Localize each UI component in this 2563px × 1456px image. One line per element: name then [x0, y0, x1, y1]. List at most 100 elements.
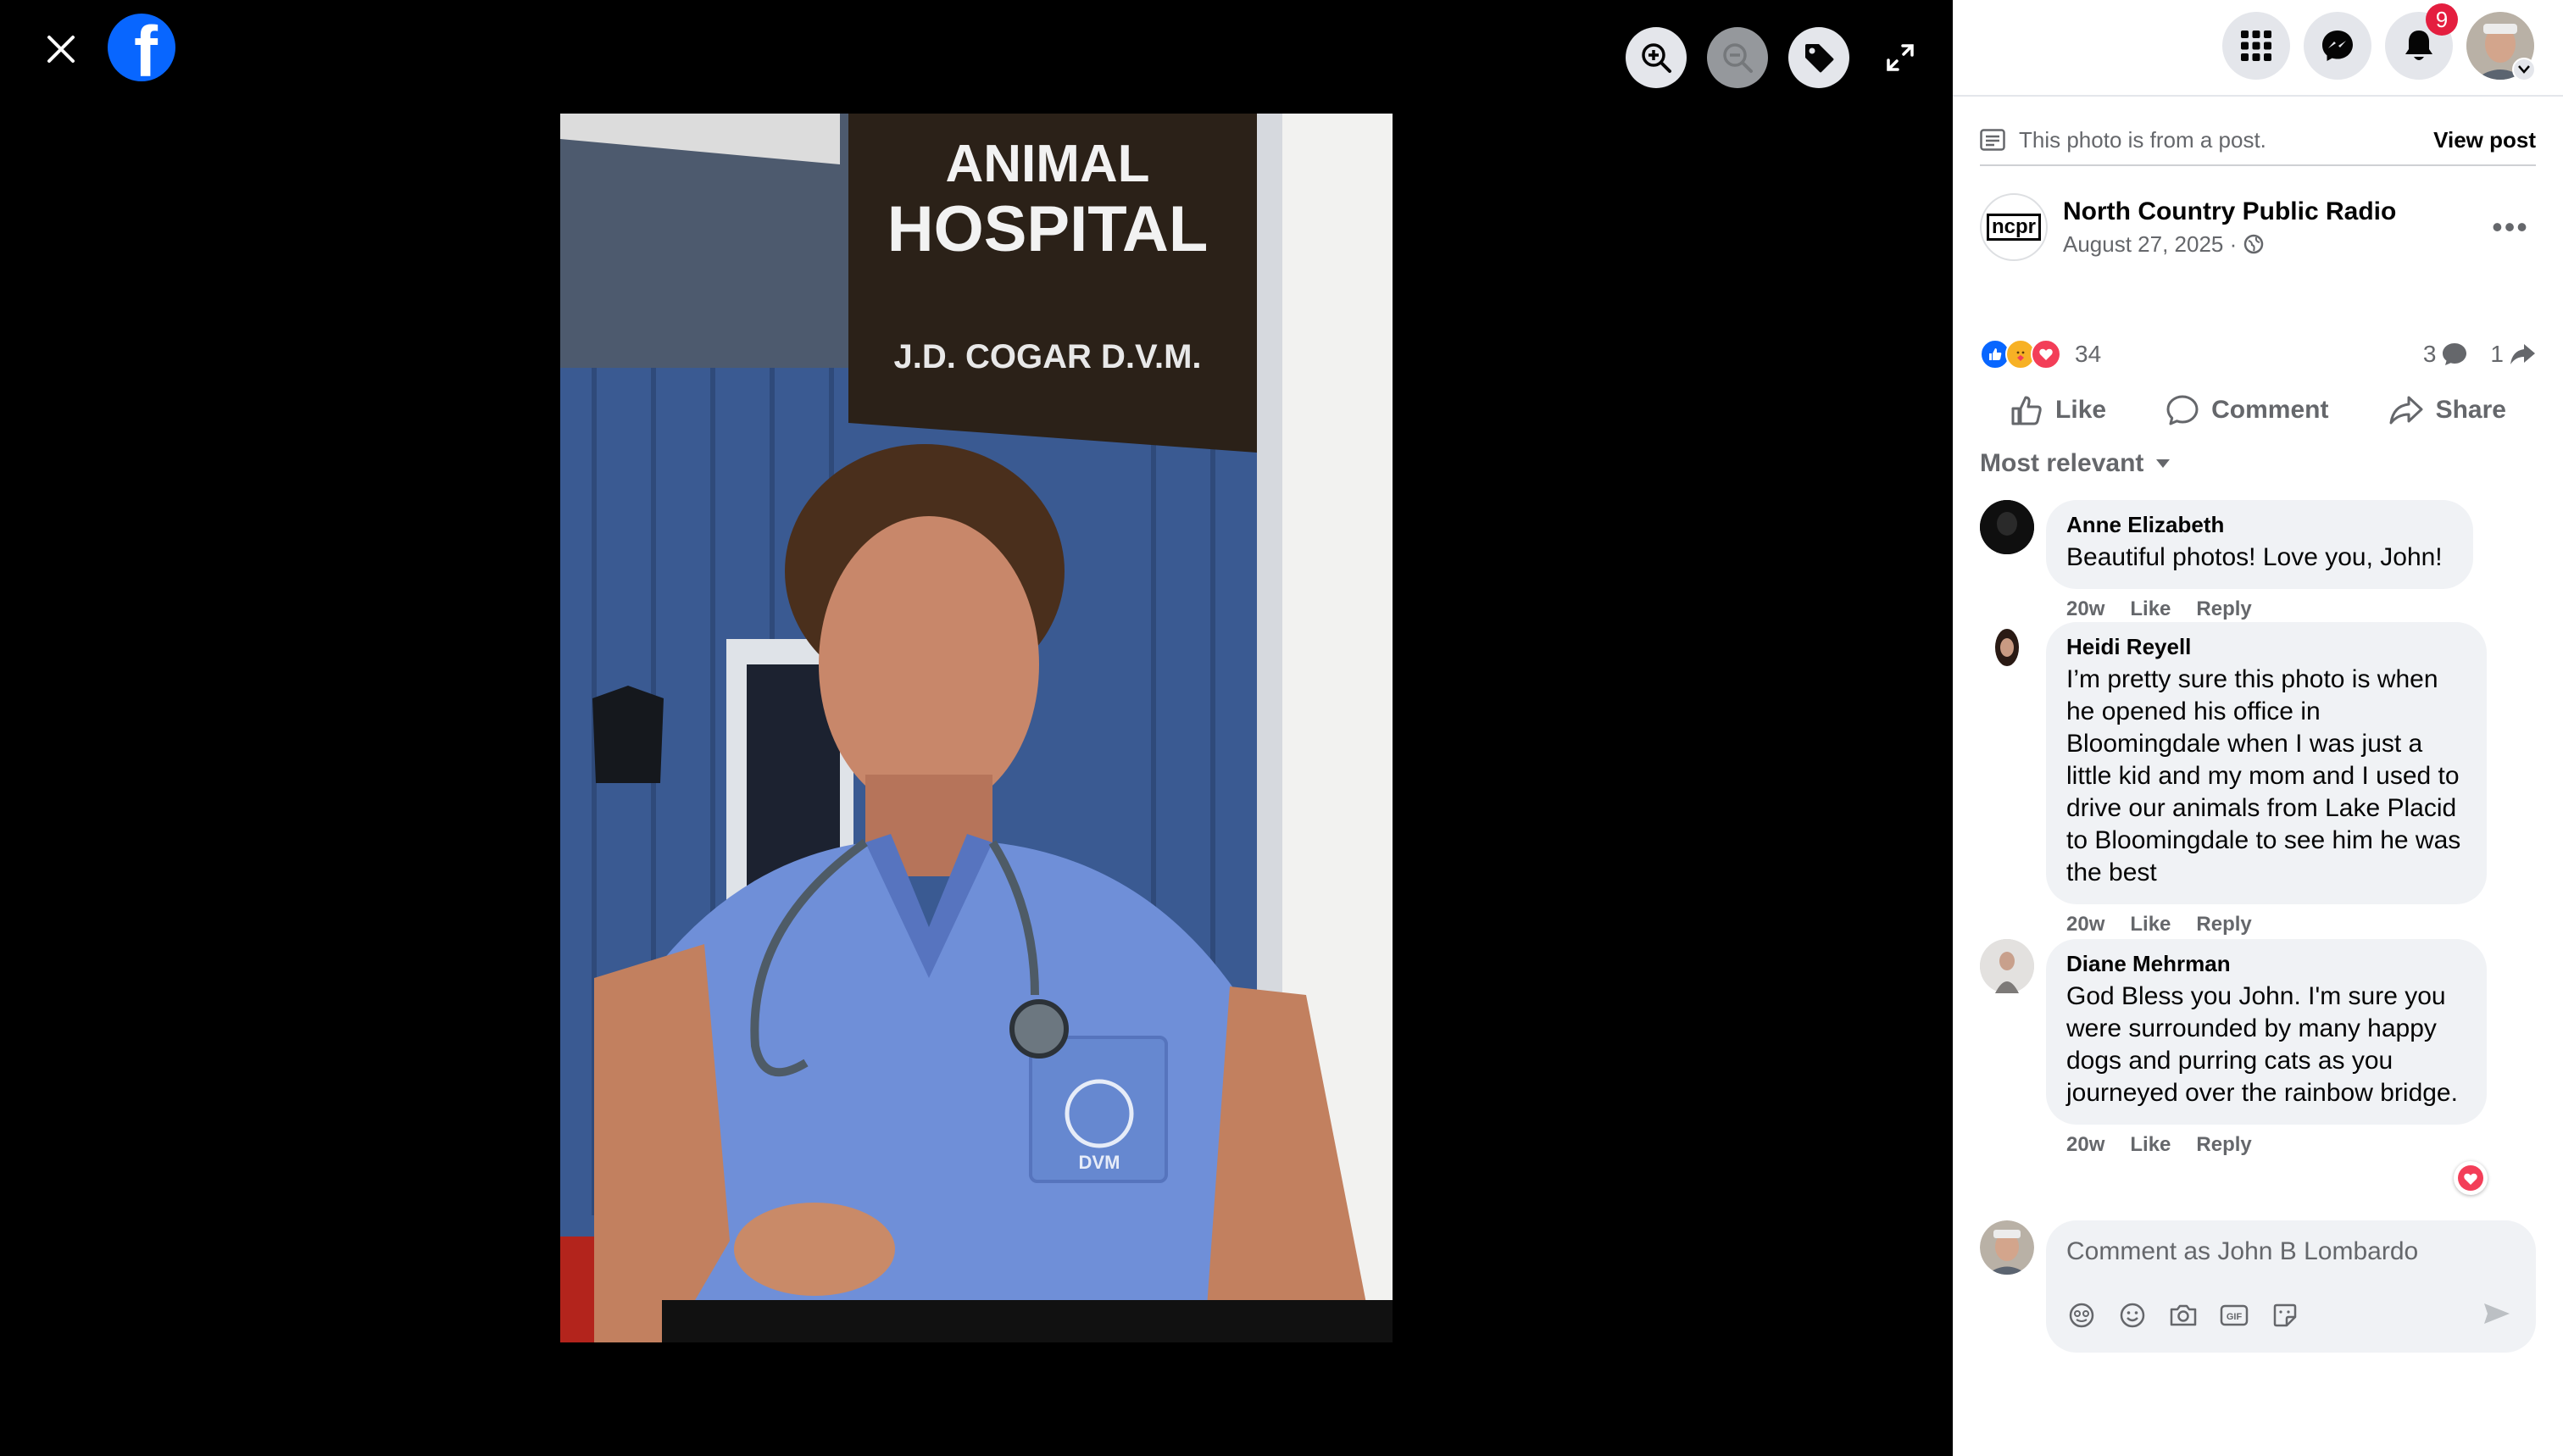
comment-reply-button[interactable]: Reply	[2196, 913, 2251, 936]
chevron-down-icon	[2512, 58, 2536, 81]
gif-icon[interactable]: GIF	[2219, 1300, 2249, 1331]
share-icon	[2389, 396, 2423, 425]
header-divider	[1953, 95, 2563, 97]
comment-item: Diane Mehrman God Bless you John. I'm su…	[1980, 939, 2487, 1157]
account-avatar[interactable]	[2466, 12, 2536, 81]
comment-actions: 20w Like Reply	[2066, 913, 2487, 936]
caret-down-icon	[2156, 459, 2171, 468]
comment-like-button[interactable]: Like	[2130, 913, 2171, 936]
comment-count-text: 3	[2422, 341, 2437, 367]
post-sidebar: 9 This photo is from a post. View post n…	[1953, 0, 2563, 1456]
comment-bubble: Diane Mehrman God Bless you John. I'm su…	[2046, 939, 2487, 1125]
comment-actions: 20w Like Reply	[2066, 1133, 2487, 1157]
comment-button[interactable]: Comment	[2165, 393, 2328, 427]
page-avatar[interactable]: ncpr	[1980, 193, 2048, 261]
post-photo[interactable]: ANIMAL HOSPITAL J.D. COGAR D.V.M. DVM	[560, 114, 1393, 1342]
send-button[interactable]	[2480, 1297, 2514, 1331]
sign-text-line1: ANIMAL	[945, 135, 1149, 193]
comment-text: Beautiful photos! Love you, John!	[2066, 543, 2443, 571]
comment-reply-button[interactable]: Reply	[2196, 597, 2251, 621]
camera-icon[interactable]	[2168, 1300, 2199, 1331]
commenter-avatar[interactable]	[1980, 622, 2034, 676]
messenger-button[interactable]	[2304, 12, 2371, 80]
comment-bubble-icon	[2443, 343, 2467, 365]
like-label: Like	[2055, 396, 2107, 424]
from-post-text: This photo is from a post.	[2019, 126, 2266, 153]
comment-time[interactable]: 20w	[2066, 913, 2104, 936]
notification-badge: 9	[2426, 3, 2458, 36]
tag-icon	[1805, 44, 1834, 73]
composer-tools: GIF	[2066, 1300, 2300, 1331]
comment-count[interactable]: 3	[2423, 341, 2469, 368]
top-nav-icons: 9	[2222, 3, 2536, 81]
post-header: ncpr North Country Public Radio August 2…	[1980, 192, 2536, 263]
engagement-counts: 3 1	[2423, 341, 2536, 368]
comment-like-button[interactable]: Like	[2130, 1133, 2171, 1157]
reaction-icons[interactable]	[1980, 339, 2061, 370]
messenger-icon	[2322, 31, 2353, 61]
commenter-avatar[interactable]	[1980, 500, 2034, 554]
comment-time[interactable]: 20w	[2066, 597, 2104, 621]
tag-button[interactable]	[1788, 27, 1849, 88]
post-date-text[interactable]: August 27, 2025 ·	[2063, 231, 2237, 258]
comment-time[interactable]: 20w	[2066, 1133, 2104, 1157]
composer-avatar[interactable]	[1980, 1220, 2034, 1275]
reactions-summary: 34 3 1	[1980, 334, 2536, 375]
composer-box: GIF	[2046, 1220, 2536, 1353]
send-icon	[2484, 1303, 2510, 1324]
share-count-text: 1	[2490, 341, 2504, 367]
avatar-sticker-icon[interactable]	[2066, 1300, 2097, 1331]
globe-icon	[2244, 234, 2264, 254]
share-count[interactable]: 1	[2490, 341, 2536, 368]
bell-icon	[2405, 31, 2432, 60]
commenter-name[interactable]: Anne Elizabeth	[2066, 512, 2453, 538]
photo-viewer-page: f ANIMAL HOSPITAL J.D. COGAR D.V.M. DVM …	[0, 0, 2563, 1456]
zoom-out-icon	[1723, 43, 1753, 73]
post-actions: Like Comment Share	[1980, 385, 2536, 436]
comment-bubble: Anne Elizabeth Beautiful photos! Love yo…	[2046, 500, 2473, 589]
svg-text:GIF: GIF	[2227, 1312, 2243, 1322]
comment-like-button[interactable]: Like	[2130, 597, 2171, 621]
comment-bubble: Heidi Reyell I’m pretty sure this photo …	[2046, 622, 2487, 904]
from-post-banner: This photo is from a post. View post	[1980, 115, 2536, 166]
zoom-out-button[interactable]	[1707, 27, 1768, 88]
comment-text: I’m pretty sure this photo is when he op…	[2066, 665, 2461, 886]
thumbs-up-icon	[2011, 396, 2042, 425]
comment-sort-dropdown[interactable]: Most relevant	[1980, 449, 2171, 478]
post-icon	[1980, 129, 2005, 151]
reaction-count[interactable]: 34	[2075, 341, 2101, 368]
like-button[interactable]: Like	[2010, 393, 2106, 427]
fullscreen-button[interactable]	[1873, 31, 1927, 85]
page-meta: North Country Public Radio August 27, 20…	[2063, 197, 2396, 258]
emoji-icon[interactable]	[2117, 1300, 2148, 1331]
notifications-button[interactable]: 9	[2385, 3, 2458, 80]
heart-icon	[2458, 1165, 2483, 1191]
zoom-in-icon	[1642, 43, 1671, 73]
comment-love-reaction[interactable]	[2454, 1161, 2488, 1195]
sticker-icon[interactable]	[2270, 1300, 2300, 1331]
menu-button[interactable]	[2222, 12, 2290, 80]
close-icon[interactable]	[37, 25, 85, 73]
commenter-name[interactable]: Diane Mehrman	[2066, 951, 2466, 977]
view-post-link[interactable]: View post	[2433, 127, 2536, 153]
facebook-logo-letter: f	[134, 14, 158, 81]
sign-text-line2: HOSPITAL	[887, 193, 1209, 265]
share-arrow-icon	[2510, 344, 2535, 364]
commenter-name[interactable]: Heidi Reyell	[2066, 634, 2466, 660]
photo-viewer: f ANIMAL HOSPITAL J.D. COGAR D.V.M. DVM	[0, 0, 1953, 1456]
more-options-button[interactable]: •••	[2485, 202, 2536, 253]
commenter-avatar[interactable]	[1980, 939, 2034, 993]
comment-item: Anne Elizabeth Beautiful photos! Love yo…	[1980, 500, 2473, 621]
zoom-in-button[interactable]	[1626, 27, 1687, 88]
share-button[interactable]: Share	[2388, 393, 2506, 427]
comment-item: Heidi Reyell I’m pretty sure this photo …	[1980, 622, 2487, 936]
page-name[interactable]: North Country Public Radio	[2063, 197, 2396, 226]
facebook-logo[interactable]: f	[108, 14, 175, 81]
sign-text-line3: J.D. COGAR D.V.M.	[893, 338, 1201, 375]
comment-reply-button[interactable]: Reply	[2196, 1133, 2251, 1157]
comment-label: Comment	[2211, 396, 2329, 424]
love-reaction-icon	[2031, 339, 2061, 370]
comment-input[interactable]	[2066, 1237, 2516, 1266]
comment-actions: 20w Like Reply	[2066, 597, 2473, 621]
pocket-text: DVM	[1079, 1152, 1120, 1173]
